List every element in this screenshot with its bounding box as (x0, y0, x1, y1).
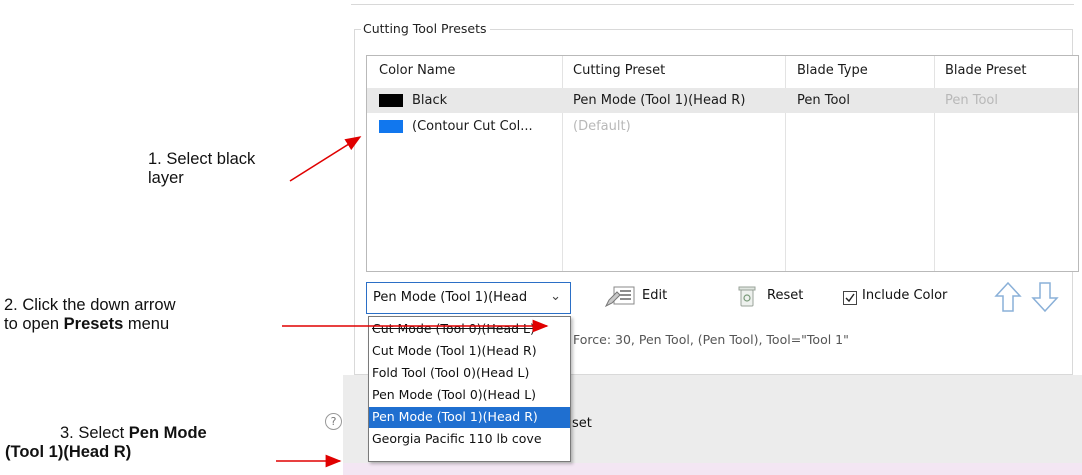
annotation-arrows (276, 136, 549, 468)
arrow-to-black-row (289, 136, 362, 182)
